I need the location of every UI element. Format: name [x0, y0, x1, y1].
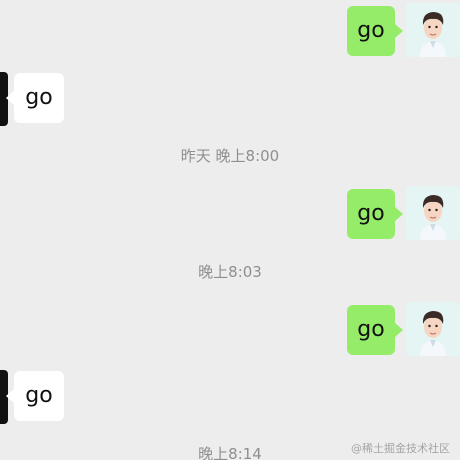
own-avatar-icon[interactable] [406, 186, 460, 240]
sent-message-bubble[interactable]: go [347, 305, 403, 355]
message-text: go [357, 317, 385, 342]
message-text: go [25, 85, 53, 110]
timestamp: 昨天 晚上8:00 [180, 147, 280, 165]
sent-message-bubble[interactable]: go [347, 189, 403, 239]
cartoon-man-avatar-icon [406, 302, 460, 356]
cartoon-man-avatar-icon [406, 3, 460, 57]
message-text: go [357, 201, 385, 226]
own-avatar-icon[interactable] [406, 3, 460, 57]
sent-message-bubble[interactable]: go [347, 6, 403, 56]
message-text: go [25, 383, 53, 408]
received-message-bubble[interactable]: go [6, 371, 64, 421]
watermark: @稀土掘金技术社区 [351, 442, 450, 455]
received-message-bubble[interactable]: go [6, 73, 64, 123]
cartoon-man-avatar-icon [406, 186, 460, 240]
chat-window: go go 昨天 晚上8:00 go 晚上8:03 go go 晚上8:14 @… [0, 0, 460, 460]
message-text: go [357, 18, 385, 43]
timestamp: 晚上8:03 [198, 263, 262, 281]
own-avatar-icon[interactable] [406, 302, 460, 356]
